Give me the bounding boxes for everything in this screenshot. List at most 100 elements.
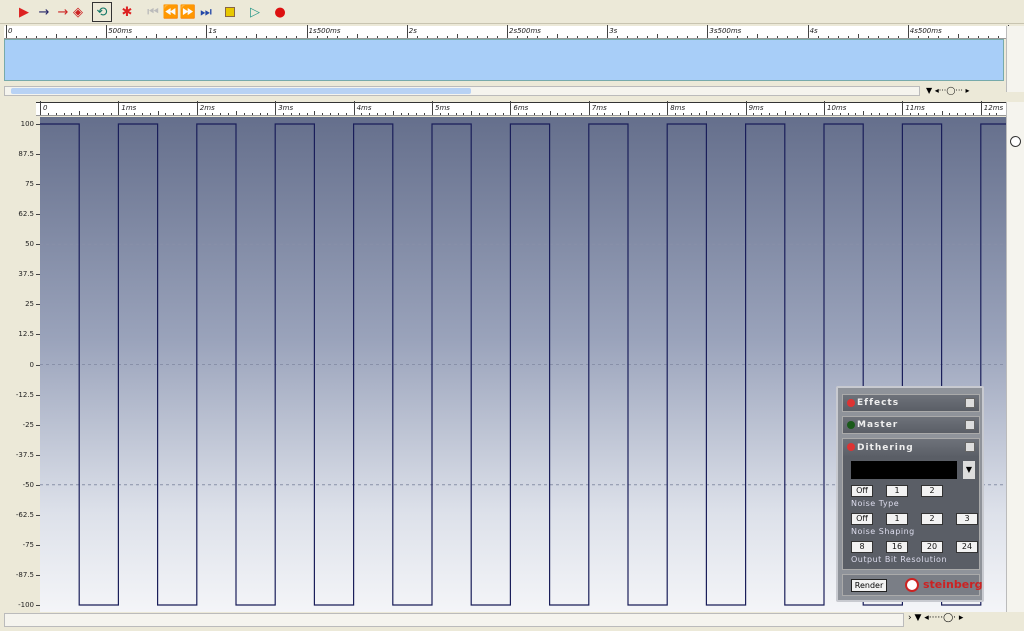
loop-icon[interactable]: ⟲ [92,2,112,22]
ruler-tick [71,113,73,115]
noise-type-option[interactable]: 2 [921,485,943,497]
effects-expand-icon[interactable] [965,398,975,408]
bit-resolution-option[interactable]: 16 [886,541,908,553]
overview-vertical-scrollbar[interactable] [1006,26,1024,92]
ruler-tick [949,113,951,115]
play-icon[interactable]: ▷ [245,2,265,22]
ruler-tick [612,113,614,115]
ruler-tick [188,113,190,115]
ruler-tick [580,113,582,115]
ruler-tick [456,34,458,38]
overview-horizontal-scrollbar[interactable] [4,86,920,96]
ruler-tick [729,113,731,115]
play-region-icon[interactable]: ▶ [14,2,34,22]
ruler-tick [527,36,528,38]
master-led-icon[interactable] [847,421,855,429]
noise-type-option[interactable]: 1 [886,485,908,497]
noise-shaping-label: Noise Shaping [851,527,915,536]
master-expand-icon[interactable] [965,420,975,430]
dithering-expand-icon[interactable] [965,442,975,452]
ruler-tick [887,36,889,38]
dithering-led-icon[interactable] [847,443,855,451]
ruler-label: 1s [208,27,217,35]
vertical-zoom-scrollbar[interactable] [1006,102,1024,612]
ruler-tick [747,36,749,38]
ruler-tick [855,113,857,115]
stop-icon[interactable] [220,2,240,22]
ruler-tick [706,111,708,115]
overview-zoom-controls[interactable]: ▼ ◂···◯··· ▸ [926,86,1022,96]
noise-shaping-option[interactable]: 1 [886,513,908,525]
bit-resolution-option[interactable]: 20 [921,541,943,553]
ruler-tick [36,36,37,38]
noise-shaping-option[interactable]: Off [851,513,873,525]
ruler-tick [134,113,136,115]
y-axis-label: -100 [18,601,34,609]
vertical-zoom-slider[interactable] [1010,136,1021,147]
ruler-tick [987,36,989,38]
ruler-tick [102,113,104,115]
ruler-tick [496,36,498,38]
master-header[interactable]: Master [842,416,980,434]
ruler-tick [76,36,77,38]
ruler-tick [369,113,371,115]
ruler-tick [659,113,661,115]
ruler-tick [637,36,639,38]
ruler-tick [181,113,183,115]
ruler-tick [967,36,969,38]
dithering-header[interactable]: Dithering [843,439,979,457]
render-section: Render steinberg [842,574,983,596]
ruler-tick [361,113,363,115]
ruler-tick [988,113,990,115]
record-icon[interactable]: ● [270,2,290,22]
ruler-tick [698,113,700,115]
ruler-tick [146,36,148,38]
ruler-tick [697,36,699,38]
ruler-tick [737,36,739,38]
fast-forward-icon[interactable]: ⏩ [178,2,198,22]
effects-led-icon[interactable] [847,399,855,407]
scrollbar-thumb[interactable] [11,88,471,94]
noise-type-option[interactable]: Off [851,485,873,497]
ruler-tick [116,36,118,38]
move-left-icon[interactable]: → [34,2,54,22]
skip-end-icon[interactable]: ⏭ [196,2,216,22]
ruler-tick [16,36,17,38]
chevron-down-icon[interactable]: ▼ [963,461,975,479]
effects-header[interactable]: Effects [842,394,980,412]
ruler-tick [408,113,410,115]
center-icon[interactable]: ◈ [68,2,88,22]
ruler-tick [466,36,468,38]
skip-start-icon[interactable]: ⏮ [143,2,163,22]
bit-resolution-label: Output Bit Resolution [851,555,948,564]
ruler-tick [824,101,825,115]
ruler-tick [204,113,206,115]
ruler-label: 0 [43,104,48,112]
ruler-tick [541,113,543,115]
dither-type-select[interactable] [851,461,957,479]
ruler-label: 2s500ms [509,27,541,35]
ruler-tick [463,113,465,115]
ruler-tick [296,36,298,38]
ruler-tick [933,113,935,115]
bit-resolution-option[interactable]: 8 [851,541,873,553]
ruler-tick [118,101,120,115]
split-icon[interactable]: ✱ [117,2,137,22]
noise-shaping-option[interactable]: 2 [921,513,943,525]
ruler-tick [817,36,819,38]
ruler-tick [322,113,324,115]
zoom-controls[interactable]: › ▼ ◂·····◯· ▸ [908,613,1020,627]
overview-waveform[interactable] [4,39,1004,81]
horizontal-scrollbar[interactable] [4,613,904,627]
ruler-tick [847,113,849,115]
noise-shaping-option[interactable]: 3 [956,513,978,525]
ruler-tick [677,36,679,38]
ruler-tick [166,36,168,38]
render-button[interactable]: Render [851,579,887,592]
ruler-tick [384,113,386,115]
ruler-label: 9ms [748,104,764,112]
ruler-tick [831,113,833,115]
ruler-tick [877,36,879,38]
ruler-tick [228,113,230,115]
bit-resolution-option[interactable]: 24 [956,541,978,553]
